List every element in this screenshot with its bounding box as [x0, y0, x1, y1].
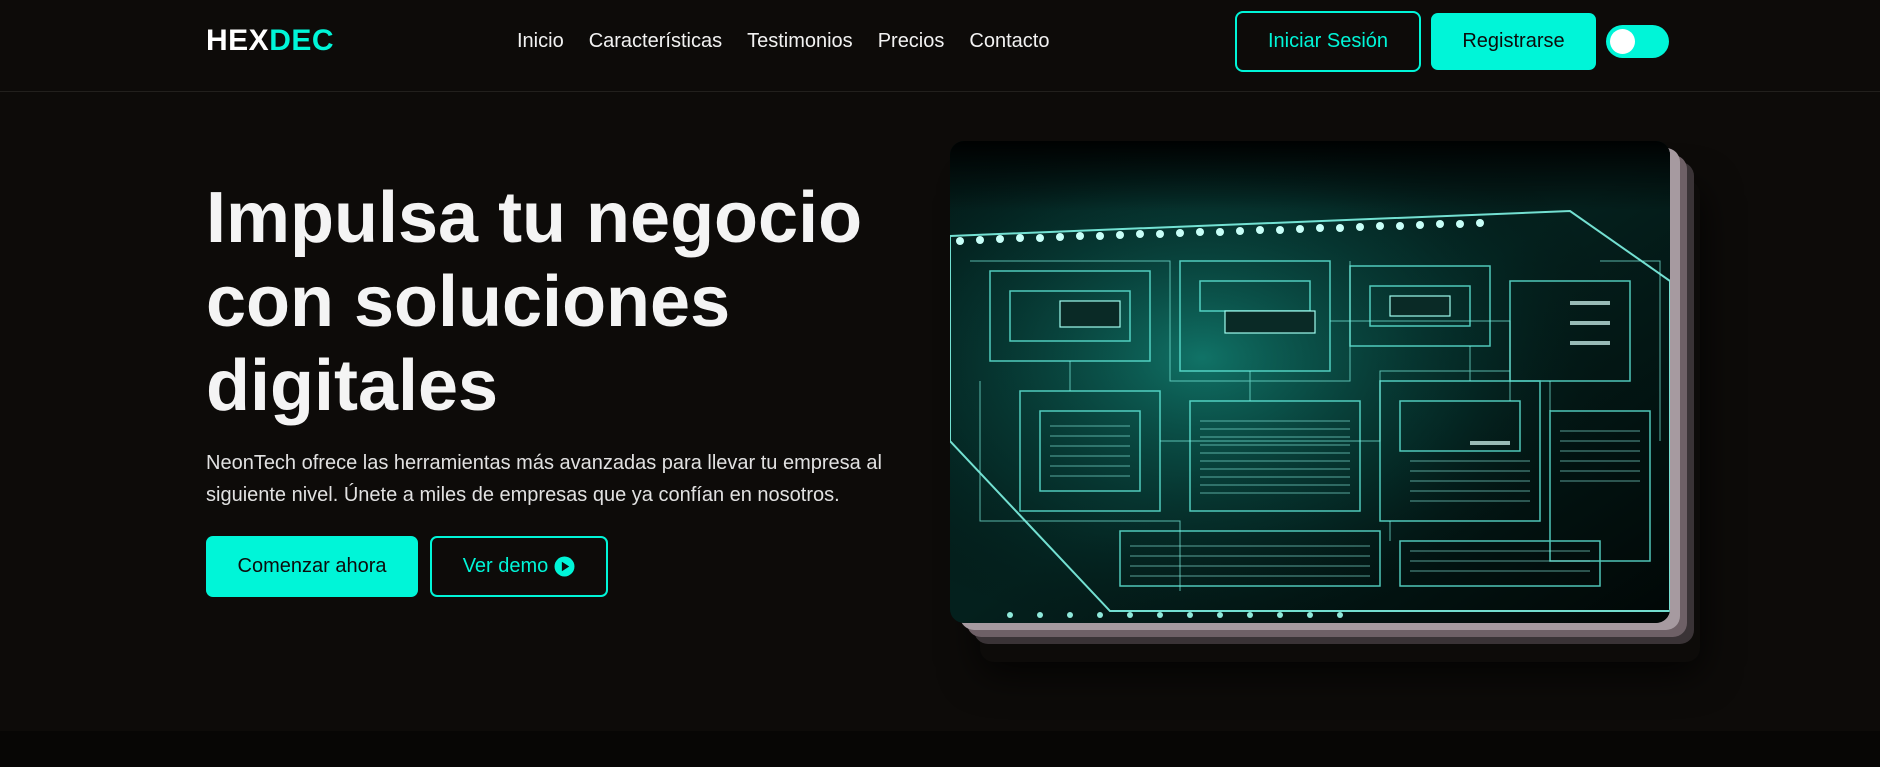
- logo-part-dec: DEC: [269, 24, 335, 57]
- next-section-edge: [0, 731, 1880, 767]
- watch-demo-button[interactable]: Ver demo: [430, 536, 608, 597]
- toggle-knob: [1610, 29, 1635, 54]
- main-nav: Inicio Características Testimonios Preci…: [517, 29, 1049, 53]
- nav-link-contacto[interactable]: Contacto: [969, 29, 1049, 53]
- circuit-board-illustration: [950, 141, 1670, 623]
- start-now-button[interactable]: Comenzar ahora: [206, 536, 418, 597]
- site-header: HEXDEC Inicio Características Testimonio…: [0, 0, 1880, 92]
- theme-toggle[interactable]: [1606, 25, 1669, 58]
- nav-link-precios[interactable]: Precios: [878, 29, 945, 53]
- register-button[interactable]: Registrarse: [1431, 13, 1596, 70]
- hero-title-line-3: digitales: [206, 346, 499, 426]
- nav-link-testimonios[interactable]: Testimonios: [747, 29, 853, 53]
- landing-page: HEXDEC Inicio Características Testimonio…: [0, 0, 1880, 767]
- login-button[interactable]: Iniciar Sesión: [1235, 11, 1421, 72]
- hero-subtitle-line-1: NeonTech ofrece las herramientas más ava…: [206, 452, 882, 474]
- logo-part-hex: HEX: [206, 24, 270, 57]
- watch-demo-label: Ver demo: [462, 555, 549, 577]
- circuit-board-image: [950, 141, 1670, 623]
- nav-link-inicio[interactable]: Inicio: [517, 29, 564, 53]
- hero-subtitle: NeonTech ofrece las herramientas más ava…: [206, 447, 906, 511]
- hero-title-line-2: con soluciones: [206, 262, 731, 342]
- nav-link-caracteristicas[interactable]: Características: [589, 29, 722, 53]
- play-circle-icon: [554, 556, 575, 577]
- hero-title: Impulsa tu negocio con soluciones digita…: [206, 176, 906, 428]
- brand-logo[interactable]: HEXDEC: [206, 24, 334, 58]
- hero-subtitle-line-2: siguiente nivel. Únete a miles de empres…: [206, 484, 840, 506]
- hero-title-line-1: Impulsa tu negocio: [206, 178, 863, 258]
